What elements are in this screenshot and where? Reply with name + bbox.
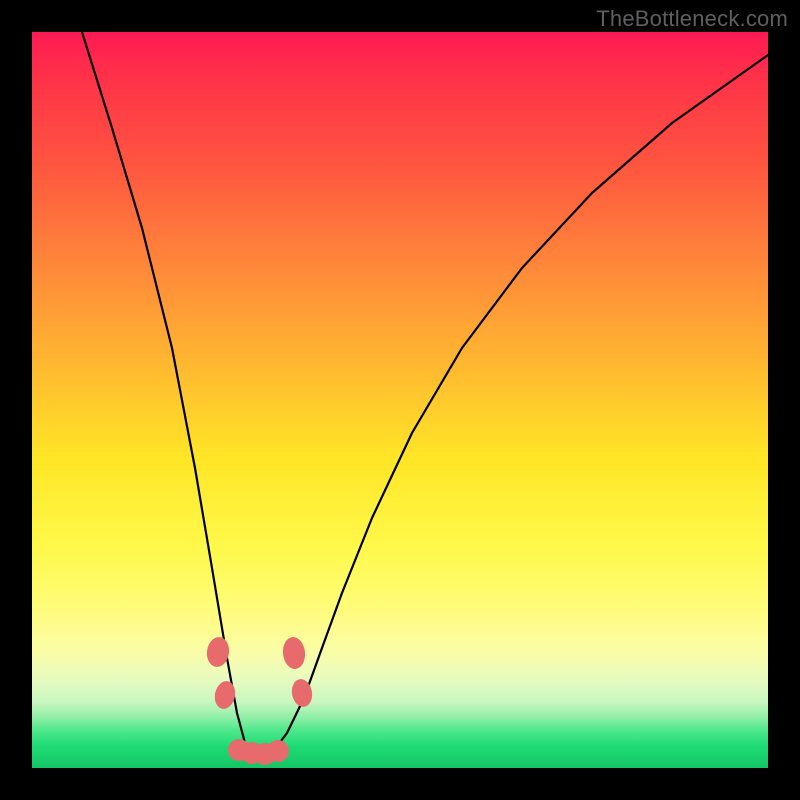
dot-right-upper (281, 636, 306, 670)
curve-markers (205, 636, 314, 765)
plot-area (32, 32, 768, 768)
bottleneck-curve (82, 32, 768, 758)
watermark-text: TheBottleneck.com (596, 6, 788, 32)
dot-left-lower (212, 679, 237, 711)
flat-4 (267, 740, 289, 762)
chart-frame: TheBottleneck.com (0, 0, 800, 800)
curve-layer (32, 32, 768, 768)
